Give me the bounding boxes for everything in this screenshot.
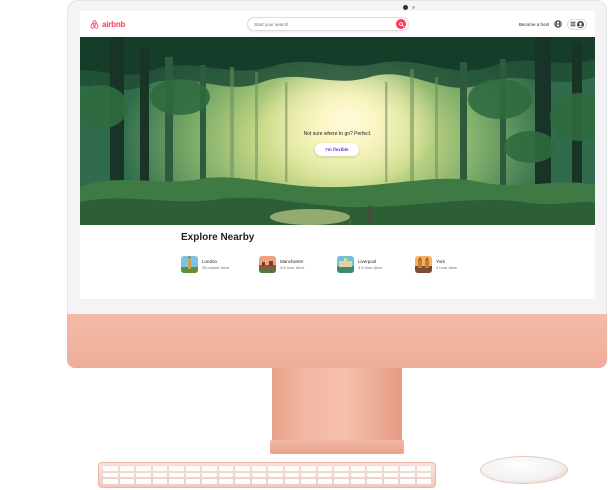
hero-tagline: Not sure where to go? Perfect.: [303, 131, 372, 137]
nearby-distance: 4 hour drive: [436, 265, 458, 270]
airbnb-logo[interactable]: airbnb: [89, 19, 125, 30]
nearby-item-liverpool[interactable]: Liverpool 4.5 hour drive: [337, 256, 415, 273]
search-button[interactable]: [396, 19, 407, 29]
top-navbar: airbnb Start your search Become a host: [80, 11, 595, 37]
nearby-city: London: [202, 259, 218, 264]
user-icon: [577, 20, 584, 28]
nearby-item-london[interactable]: London 45 minute drive: [181, 256, 259, 273]
nearby-distance: 45 minute drive: [202, 265, 230, 270]
menu-icon: [570, 21, 576, 27]
magic-mouse: [480, 456, 568, 484]
nearby-city: Liverpool: [358, 259, 377, 264]
im-flexible-button[interactable]: I'm flexible: [315, 143, 359, 156]
explore-nearby-section: Explore Nearby London 45 minute drive Ma…: [181, 232, 511, 273]
london-thumbnail: [181, 256, 198, 273]
nearby-item-manchester[interactable]: Manchester 4.5 hour drive: [259, 256, 337, 273]
manchester-thumbnail: [259, 256, 276, 273]
imac-stand: [272, 368, 402, 444]
liverpool-thumbnail: [337, 256, 354, 273]
imac-stand-base: [270, 440, 404, 454]
search-bar[interactable]: Start your search: [247, 17, 410, 31]
airbnb-logo-icon: [90, 19, 99, 29]
nearby-distance: 4.5 hour drive: [280, 265, 305, 270]
search-input[interactable]: Start your search: [254, 22, 288, 27]
nearby-city: Manchester: [280, 259, 304, 264]
hero-banner: Not sure where to go? Perfect. I'm flexi…: [80, 37, 595, 225]
brand-name: airbnb: [102, 19, 126, 29]
camera-light-icon: [412, 6, 415, 9]
camera-icon: [403, 5, 408, 10]
nearby-item-york[interactable]: York 4 hour drive: [415, 256, 493, 273]
nearby-list: London 45 minute drive Manchester 4.5 ho…: [181, 256, 511, 273]
york-thumbnail: [415, 256, 432, 273]
nearby-distance: 4.5 hour drive: [358, 265, 383, 270]
become-host-link[interactable]: Become a host: [519, 22, 549, 27]
profile-menu-button[interactable]: [567, 18, 587, 30]
search-icon: [398, 21, 404, 27]
nav-actions: Become a host: [519, 18, 587, 30]
keyboard: [98, 462, 436, 488]
imac-chin: [67, 314, 607, 368]
section-title: Explore Nearby: [181, 232, 255, 243]
nearby-city: York: [436, 259, 445, 264]
globe-icon[interactable]: [554, 20, 562, 28]
browser-screen: airbnb Start your search Become a host N…: [80, 11, 595, 299]
